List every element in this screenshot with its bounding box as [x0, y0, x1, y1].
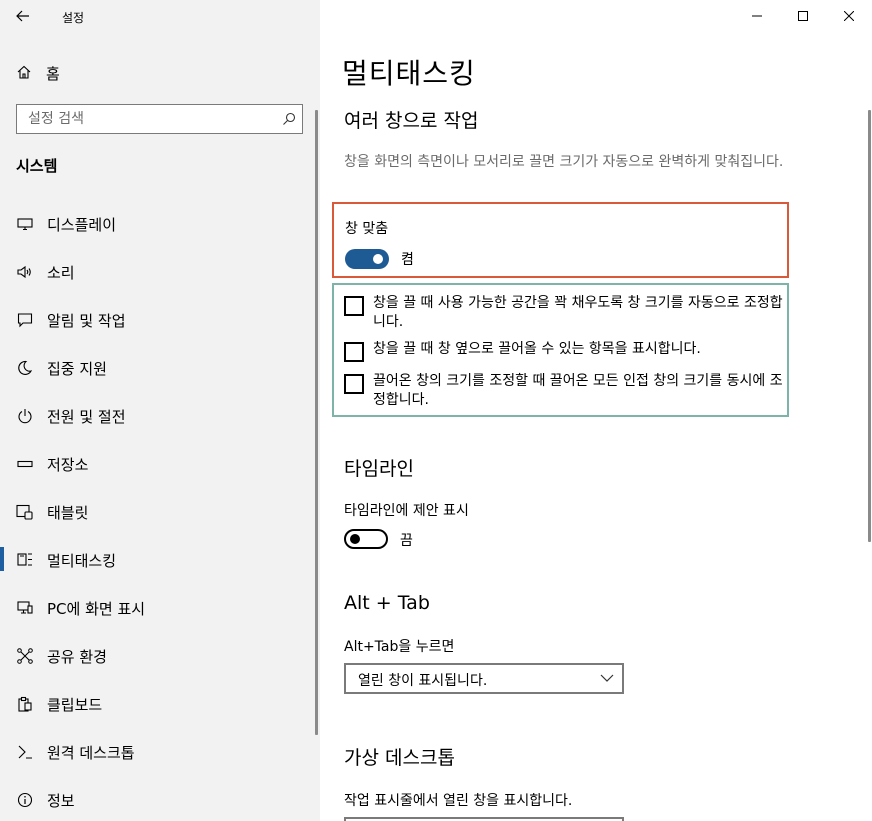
- sidebar-item-tablet[interactable]: 태블릿: [0, 495, 315, 543]
- close-button[interactable]: [826, 0, 872, 32]
- sidebar-item-label: 알림 및 작업: [47, 312, 126, 330]
- share-icon: [16, 647, 34, 665]
- sidebar-item-label: 공유 환경: [47, 648, 107, 666]
- checkbox-label: 창을 끌 때 창 옆으로 끌어올 수 있는 항목을 표시합니다.: [373, 341, 701, 357]
- section-title-timeline: 타임라인: [344, 458, 414, 480]
- sidebar-item-clipboard[interactable]: 클립보드: [0, 687, 315, 735]
- back-arrow-icon: [16, 10, 29, 22]
- sidebar-item-multitasking[interactable]: 멀티태스킹: [0, 543, 315, 591]
- chevron-down-icon: [600, 674, 614, 682]
- app-title: 설정: [62, 11, 85, 25]
- sidebar-item-label: 태블릿: [47, 504, 89, 522]
- sidebar-item-storage[interactable]: 저장소: [0, 447, 315, 495]
- snap-options-group: 창을 끌 때 사용 가능한 공간을 꽉 채우도록 창 크기를 자동으로 조정합니…: [332, 283, 789, 417]
- power-icon: [16, 407, 34, 425]
- alt-tab-setting-label: Alt+Tab을 누르면: [344, 639, 455, 655]
- sidebar-item-label: 클립보드: [47, 696, 103, 714]
- section-title-alt-tab: Alt + Tab: [344, 592, 430, 614]
- clipboard-icon: [16, 695, 34, 713]
- dropdown-value: 열린 창이 표시됩니다.: [358, 673, 488, 689]
- project-icon: [16, 599, 34, 617]
- checkbox[interactable]: [344, 342, 364, 362]
- toggle-knob: [350, 534, 360, 544]
- window-controls: [734, 0, 872, 32]
- monitor-icon: [16, 215, 34, 233]
- sidebar-item-shared-experiences[interactable]: 공유 환경: [0, 639, 315, 687]
- sidebar-nav: 디스플레이 소리 알림 및 작업 집중 지원 전원 및 절전 저장소 태블릿 멀…: [0, 207, 315, 821]
- sidebar-item-display[interactable]: 디스플레이: [0, 207, 315, 255]
- section-heading-system: 시스템: [16, 157, 58, 175]
- sidebar-item-remote-desktop[interactable]: 원격 데스크톱: [0, 735, 315, 783]
- sidebar-scrollbar[interactable]: [315, 110, 318, 735]
- sidebar-item-label: 정보: [47, 792, 75, 810]
- virtual-desktops-setting-label: 작업 표시줄에서 열린 창을 표시합니다.: [344, 793, 573, 809]
- sidebar-item-project[interactable]: PC에 화면 표시: [0, 591, 315, 639]
- snap-option-resize-adjacent[interactable]: 끌어온 창의 크기를 조정할 때 끌어온 모든 인접 창의 크기를 동시에 조정…: [344, 372, 784, 410]
- remote-desktop-icon: [16, 743, 34, 761]
- multitasking-icon: [16, 551, 34, 569]
- home-icon: [17, 65, 31, 79]
- sidebar-item-label: 소리: [47, 264, 75, 282]
- sidebar-item-label: PC에 화면 표시: [47, 600, 146, 618]
- storage-icon: [16, 455, 34, 473]
- timeline-setting-label: 타임라인에 제안 표시: [344, 503, 469, 519]
- titlebar-left: 설정: [0, 0, 320, 32]
- tablet-icon: [16, 503, 34, 521]
- close-icon: [844, 11, 854, 21]
- search-icon[interactable]: [282, 112, 296, 126]
- sidebar-item-label: 멀티태스킹: [47, 552, 117, 570]
- sidebar: 설정 홈 시스템 디스플레이 소리 알림 및 작업 집중 지원 전원 및 절전: [0, 0, 320, 821]
- sidebar-item-label: 저장소: [47, 456, 89, 474]
- maximize-icon: [798, 11, 808, 21]
- search-field[interactable]: [16, 104, 303, 134]
- sidebar-item-label: 홈: [46, 65, 60, 83]
- alt-tab-dropdown[interactable]: 열린 창이 표시됩니다.: [344, 663, 624, 694]
- search-input[interactable]: [17, 105, 302, 133]
- section-title-windows: 여러 창으로 작업: [344, 110, 479, 132]
- sidebar-item-about[interactable]: 정보: [0, 783, 315, 821]
- speaker-icon: [16, 263, 34, 281]
- toggle-knob: [373, 254, 383, 264]
- snap-windows-state: 켬: [401, 252, 414, 268]
- snap-windows-toggle[interactable]: [345, 249, 389, 269]
- moon-icon: [16, 359, 34, 377]
- sidebar-item-sound[interactable]: 소리: [0, 255, 315, 303]
- checkbox-label: 끌어온 창의 크기를 조정할 때 끌어온 모든 인접 창의 크기를 동시에 조정…: [373, 373, 783, 408]
- minimize-button[interactable]: [734, 0, 780, 32]
- snap-option-fill-space[interactable]: 창을 끌 때 사용 가능한 공간을 꽉 채우도록 창 크기를 자동으로 조정합니…: [344, 294, 784, 332]
- minimize-icon: [752, 15, 762, 17]
- snap-option-show-beside[interactable]: 창을 끌 때 창 옆으로 끌어올 수 있는 항목을 표시합니다.: [344, 340, 784, 362]
- checkbox[interactable]: [344, 296, 364, 316]
- sidebar-item-label: 집중 지원: [47, 360, 107, 378]
- sidebar-item-focus-assist[interactable]: 집중 지원: [0, 351, 315, 399]
- notification-icon: [16, 311, 34, 329]
- active-indicator: [0, 547, 4, 571]
- main-scrollbar[interactable]: [868, 110, 871, 542]
- sidebar-item-power[interactable]: 전원 및 절전: [0, 399, 315, 447]
- back-button[interactable]: [8, 4, 38, 28]
- section-title-virtual-desktops: 가상 데스크톱: [344, 747, 455, 769]
- timeline-toggle[interactable]: [344, 529, 388, 549]
- virtual-desktops-dropdown[interactable]: [344, 817, 624, 821]
- timeline-state: 끔: [400, 533, 413, 549]
- sidebar-item-label: 디스플레이: [47, 216, 117, 234]
- info-icon: [16, 791, 34, 809]
- page-title: 멀티태스킹: [342, 57, 476, 90]
- snap-windows-label: 창 맞춤: [345, 221, 389, 237]
- checkbox[interactable]: [344, 374, 364, 394]
- sidebar-item-home[interactable]: 홈: [0, 56, 315, 88]
- sidebar-item-label: 전원 및 절전: [47, 408, 126, 426]
- sidebar-item-notifications[interactable]: 알림 및 작업: [0, 303, 315, 351]
- sidebar-item-label: 원격 데스크톱: [47, 744, 135, 762]
- main-content: 멀티태스킹 여러 창으로 작업 창을 화면의 측면이나 모서리로 끌면 크기가 …: [320, 0, 872, 821]
- checkbox-label: 창을 끌 때 사용 가능한 공간을 꽉 채우도록 창 크기를 자동으로 조정합니…: [373, 295, 783, 330]
- maximize-button[interactable]: [780, 0, 826, 32]
- snap-windows-setting: 창 맞춤 켬: [332, 202, 789, 278]
- section-description: 창을 화면의 측면이나 모서리로 끌면 크기가 자동으로 완벽하게 맞춰집니다.: [344, 154, 784, 170]
